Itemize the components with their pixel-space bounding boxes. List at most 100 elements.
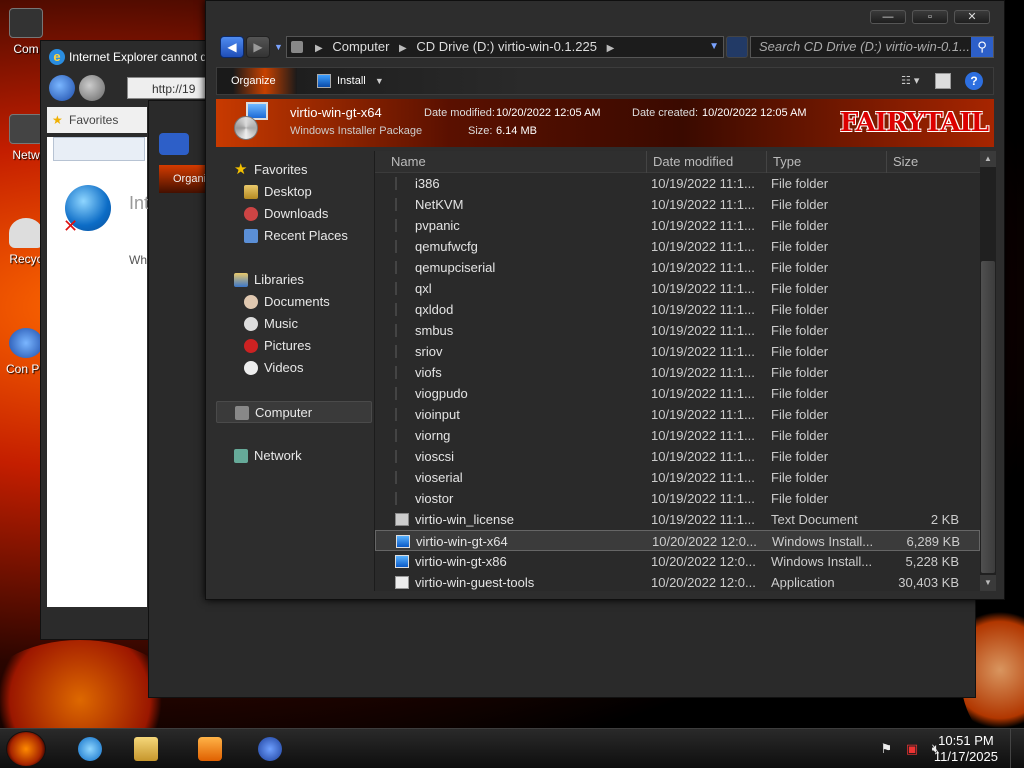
file-row[interactable]: i386 10/19/2022 11:1... File folder [375, 173, 980, 194]
nav-downloads[interactable]: Downloads [216, 203, 372, 225]
column-header-name[interactable]: Name [385, 151, 647, 173]
nav-documents[interactable]: Documents [216, 291, 372, 313]
scroll-down-icon[interactable]: ▼ [980, 575, 996, 591]
file-row[interactable]: qemupciserial 10/19/2022 11:1... File fold… [375, 257, 980, 278]
ie-address-bar[interactable]: http://19 [127, 77, 217, 99]
file-row[interactable]: viofs 10/19/2022 11:1... File folder [375, 362, 980, 383]
recent-places-icon [244, 229, 258, 243]
vertical-scrollbar[interactable]: ▲ ▼ [980, 151, 996, 591]
nav-label: Documents [264, 294, 330, 309]
file-type: Application [771, 575, 835, 590]
minimize-button[interactable]: — [870, 10, 906, 24]
nav-label: Network [254, 448, 302, 463]
search-icon[interactable]: ⚲ [971, 37, 993, 57]
column-header-size[interactable]: Size [887, 151, 981, 173]
file-row[interactable]: NetKVM 10/19/2022 11:1... File folder [375, 194, 980, 215]
close-button[interactable]: ✕ [954, 10, 990, 24]
breadcrumb-cd-drive[interactable]: CD Drive (D:) virtio-win-0.1.225 [416, 39, 597, 54]
back-button[interactable]: ◀ [220, 36, 244, 58]
internet-explorer-icon [78, 737, 102, 761]
nav-label: Desktop [264, 184, 312, 199]
ie-tab[interactable] [53, 137, 145, 161]
folder-icon [395, 387, 409, 400]
file-name: viofs [415, 365, 442, 380]
file-row[interactable]: smbus 10/19/2022 11:1... File folder [375, 320, 980, 341]
nav-computer[interactable]: Computer [216, 401, 372, 423]
scrollbar-thumb[interactable] [981, 261, 995, 573]
file-row[interactable]: viogpudo 10/19/2022 11:1... File folder [375, 383, 980, 404]
preview-pane-button[interactable] [935, 73, 951, 89]
libraries-icon [234, 273, 248, 287]
file-name: sriov [415, 344, 443, 359]
file-row[interactable]: virtio-win_license 10/19/2022 11:1... Text… [375, 509, 980, 530]
file-row[interactable]: qxl 10/19/2022 11:1... File folder [375, 278, 980, 299]
folder-icon [395, 366, 409, 379]
details-pane: virtio-win-gt-x64 Windows Installer Pack… [216, 99, 994, 147]
refresh-button[interactable] [726, 36, 748, 58]
address-dropdown-icon[interactable]: ▼ [709, 37, 719, 57]
column-header-date-modified[interactable]: Date modified [647, 151, 767, 173]
action-center-flag-icon[interactable]: ⚑ [881, 741, 893, 756]
taskbar-windows-explorer[interactable] [120, 731, 172, 767]
breadcrumb-separator-icon[interactable]: ▶ [601, 43, 621, 54]
ie-back-button[interactable] [49, 75, 75, 101]
file-date-modified: 10/19/2022 11:1... [651, 428, 755, 443]
breadcrumb-separator-icon[interactable]: ▶ [393, 43, 413, 54]
help-button[interactable]: ? [965, 72, 983, 90]
file-row[interactable]: virtio-win-guest-tools 10/20/2022 12:0...… [375, 572, 980, 591]
file-row[interactable]: qemufwcfg 10/19/2022 11:1... File folder [375, 236, 980, 257]
command-bar: Organize Install ▼ ☷ ▾ ? [216, 67, 994, 95]
file-row[interactable]: pvpanic 10/19/2022 11:1... File folder [375, 215, 980, 236]
background-organize-button[interactable]: Organi [159, 165, 209, 193]
file-row[interactable]: virtio-win-gt-x86 10/20/2022 12:0... Windo… [375, 551, 980, 572]
start-button[interactable] [6, 731, 46, 767]
file-row[interactable]: vioserial 10/19/2022 11:1... File folder [375, 467, 980, 488]
file-date-modified: 10/20/2022 12:0... [651, 575, 756, 590]
history-dropdown-icon[interactable]: ▼ [274, 42, 283, 52]
file-name: virtio-win-guest-tools [415, 575, 535, 590]
breadcrumb-separator-icon[interactable]: ▶ [309, 43, 329, 54]
chevron-down-icon: ▼ [374, 76, 384, 86]
nav-network[interactable]: Network [216, 445, 372, 467]
file-row[interactable]: virtio-win-gt-x64 10/20/2022 12:0... Windo… [375, 530, 980, 551]
install-button[interactable]: Install ▼ [317, 68, 384, 94]
network-status-icon[interactable]: ▣ [906, 741, 918, 756]
videos-icon [244, 361, 258, 375]
forward-button[interactable]: ▶ [246, 36, 270, 58]
taskbar-media-player[interactable] [184, 731, 236, 767]
organize-button[interactable]: Organize [217, 68, 297, 94]
nav-label: Computer [255, 405, 313, 420]
nav-favorites[interactable]: ★ Favorites [216, 159, 372, 181]
file-row[interactable]: sriov 10/19/2022 11:1... File folder [375, 341, 980, 362]
ie-favorites-button[interactable]: Favorites [47, 107, 147, 133]
nav-libraries[interactable]: Libraries [216, 269, 372, 291]
nav-music[interactable]: Music [216, 313, 372, 335]
breadcrumb-computer[interactable]: Computer [332, 39, 389, 54]
file-row[interactable]: viorng 10/19/2022 11:1... File folder [375, 425, 980, 446]
scroll-up-icon[interactable]: ▲ [980, 151, 996, 167]
nav-pictures[interactable]: Pictures [216, 335, 372, 357]
file-row[interactable]: qxldod 10/19/2022 11:1... File folder [375, 299, 980, 320]
file-row[interactable]: vioinput 10/19/2022 11:1... File folder [375, 404, 980, 425]
nav-recent-places[interactable]: Recent Places [216, 225, 372, 247]
search-input[interactable]: Search CD Drive (D:) virtio-win-0.1... ⚲ [750, 36, 994, 58]
taskbar-internet-explorer[interactable] [64, 731, 116, 767]
file-date-modified: 10/19/2022 11:1... [651, 449, 755, 464]
file-date-modified: 10/19/2022 11:1... [651, 281, 755, 296]
maximize-button[interactable]: ▫ [912, 10, 948, 24]
column-header-type[interactable]: Type [767, 151, 887, 173]
background-back-button[interactable] [159, 133, 189, 155]
explorer-window[interactable]: — ▫ ✕ ◀ ▶ ▼ ▶ Computer ▶ CD Drive (D:) v… [205, 0, 1005, 600]
nav-videos[interactable]: Videos [216, 357, 372, 379]
taskbar-network-app[interactable] [244, 731, 296, 767]
application-icon [395, 576, 409, 589]
change-view-button[interactable]: ☷ ▾ [901, 74, 929, 88]
file-row[interactable]: viostor 10/19/2022 11:1... File folder [375, 488, 980, 509]
address-bar[interactable]: ▶ Computer ▶ CD Drive (D:) virtio-win-0.… [286, 36, 724, 58]
file-row[interactable]: vioscsi 10/19/2022 11:1... File folder [375, 446, 980, 467]
nav-desktop[interactable]: Desktop [216, 181, 372, 203]
clock[interactable]: 10:51 PM 11/17/2025 [934, 733, 998, 765]
show-desktop-button[interactable] [1010, 729, 1024, 768]
ie-forward-button[interactable] [79, 75, 105, 101]
file-name: qxl [415, 281, 432, 296]
